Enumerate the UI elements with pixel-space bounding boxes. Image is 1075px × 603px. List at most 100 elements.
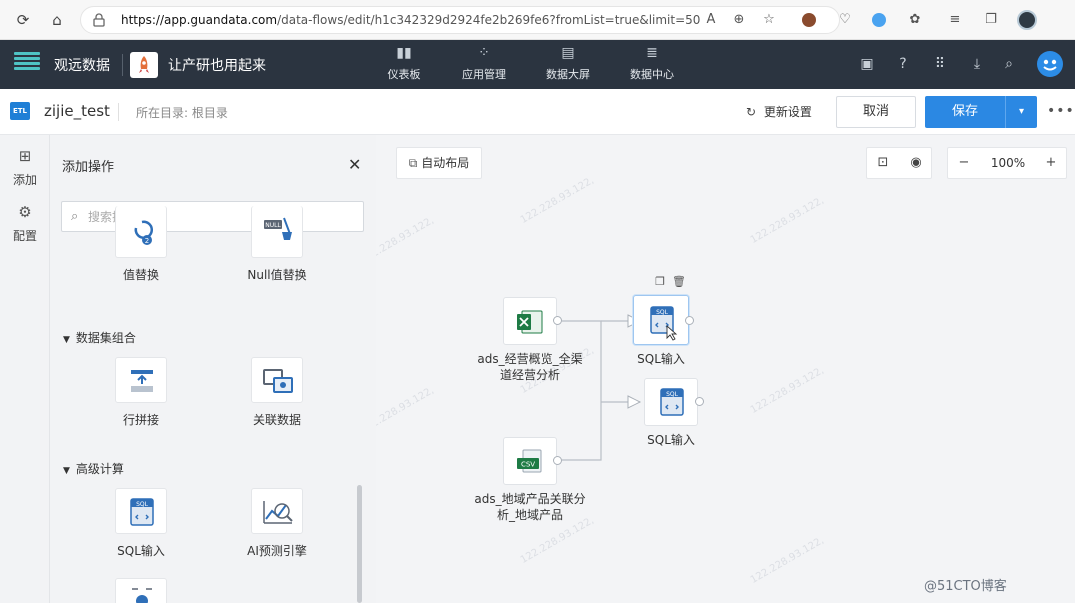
node-label: SQL输入 [647, 433, 695, 447]
zoom-icon[interactable]: ⊕ [730, 11, 748, 29]
op-ai-forecast[interactable]: AI预测引擎 [242, 488, 312, 559]
nav-data-center[interactable]: ≣ 数据中心 [612, 44, 692, 82]
database-icon: ≣ [646, 45, 658, 61]
flow-canvas[interactable]: 122.228.93.122, 122.228.93.122, 122.228.… [376, 135, 1075, 603]
chevron-down-icon[interactable]: ▾ [1006, 96, 1037, 128]
slogan: 让产研也用起来 [168, 58, 266, 74]
node-label: ads_经营概览_全渠 道经营分析 [477, 352, 583, 382]
join-data-icon [251, 357, 303, 403]
download-icon[interactable]: ⤓ [968, 55, 986, 73]
nav-apps[interactable]: ⁘ 应用管理 [444, 44, 524, 82]
app-header: 观远数据 让产研也用起来 ▮▮ 仪表板 ⁘ 应用管理 ▤ 数据大屏 ≣ 数据中心… [0, 40, 1075, 89]
more-icon[interactable]: ••• [1047, 103, 1075, 119]
help-icon[interactable]: ? [894, 55, 912, 73]
copy-icon[interactable]: ❐ [653, 275, 667, 289]
output-port[interactable] [685, 316, 694, 325]
group-title[interactable]: ▼ 数据集组合 [63, 329, 136, 346]
add-icon: ⊞ [18, 147, 32, 165]
sql-node-2[interactable]: SQL SQL输入 [596, 378, 746, 448]
browser-toolbar: ⟳ ⌂ https://app.guandata.com/data-flows/… [0, 0, 1075, 40]
caret-down-icon: ▼ [63, 335, 70, 345]
node-label: ads_地域产品关联分 析_地域产品 [474, 492, 586, 522]
output-port[interactable] [553, 456, 562, 465]
op-sql-input[interactable]: SQL SQL输入 [106, 488, 176, 559]
delete-icon[interactable]: 🗑 [672, 275, 686, 289]
extension-icon[interactable] [872, 13, 886, 27]
flow-name[interactable]: zijie_test [44, 102, 110, 120]
op-join[interactable]: 关联数据 [242, 357, 312, 428]
bar-chart-icon: ▮▮ [396, 45, 412, 61]
null-replace-icon: NULL [251, 206, 303, 258]
refresh-settings-button[interactable]: ↻ 更新设置 [746, 103, 812, 120]
screen-share-icon[interactable]: ▣ [858, 55, 876, 73]
cancel-button[interactable]: 取消 [836, 96, 916, 128]
op-label: 行拼接 [122, 413, 159, 427]
nav-dashboards[interactable]: ▮▮ 仪表板 [364, 44, 444, 82]
svg-text:2: 2 [145, 237, 149, 245]
source-node-csv[interactable]: CSV ads_地域产品关联分 析_地域产品 [455, 437, 605, 523]
save-button-group: 保存 ▾ [925, 96, 1037, 128]
address-bar[interactable]: https://app.guandata.com/data-flows/edit… [80, 6, 840, 34]
search-icon: ⌕ [71, 209, 79, 224]
favorites-icon[interactable]: ≡ [946, 11, 964, 29]
brand-name[interactable]: 观远数据 [54, 55, 110, 75]
header-divider [122, 54, 123, 76]
rail-config[interactable]: ⚙ 配置 [0, 203, 50, 244]
apps-icon: ⁘ [478, 45, 490, 61]
rail-label: 配置 [12, 229, 37, 243]
op-value-replace[interactable]: 2 值替换 [106, 206, 176, 283]
left-rail: ⊞ 添加 ⚙ 配置 [0, 135, 50, 603]
user-avatar[interactable] [1037, 51, 1063, 77]
directory-label: 所在目录: 根目录 [136, 106, 228, 120]
source-node-excel[interactable]: ads_经营概览_全渠 道经营分析 [455, 297, 605, 383]
replace-icon: 2 [115, 206, 167, 258]
svg-text:CSV: CSV [521, 461, 535, 469]
op-union[interactable]: 行拼接 [106, 357, 176, 428]
profile-avatar[interactable] [1017, 10, 1037, 30]
output-port[interactable] [695, 397, 704, 406]
group-label: 数据集组合 [75, 331, 136, 345]
row-join-icon [115, 357, 167, 403]
nav-label: 仪表板 [387, 68, 421, 81]
sql-node-1[interactable]: SQL SQL输入 [586, 295, 736, 367]
logo-icon[interactable] [14, 52, 40, 76]
op-label: SQL输入 [117, 544, 165, 558]
op-label: 关联数据 [252, 413, 301, 427]
group-label: 高级计算 [75, 462, 124, 476]
output-port[interactable] [553, 316, 562, 325]
read-aloud-icon[interactable]: A [702, 11, 720, 29]
caret-down-icon: ▼ [63, 466, 70, 476]
pocket-icon[interactable]: ♡ [836, 11, 854, 29]
nav-screens[interactable]: ▤ 数据大屏 [528, 44, 608, 82]
svg-text:NULL: NULL [265, 222, 281, 229]
etl-badge: ETL [10, 102, 30, 120]
node-label: SQL输入 [637, 352, 685, 366]
rocket-icon [130, 52, 158, 78]
nav-label: 数据中心 [630, 68, 674, 81]
op-null-replace[interactable]: NULL Null值替换 [242, 206, 312, 283]
url-text: https://app.guandata.com/data-flows/edit… [121, 13, 701, 27]
nav-label: 数据大屏 [546, 68, 590, 81]
favorite-add-icon[interactable]: ☆ [760, 11, 778, 29]
op-label: AI预测引擎 [247, 544, 307, 558]
svg-text:SQL: SQL [136, 501, 149, 508]
group-title[interactable]: ▼ 高级计算 [63, 460, 124, 477]
grid-icon[interactable]: ⠿ [931, 55, 949, 73]
rail-add[interactable]: ⊞ 添加 [0, 147, 50, 188]
op-label: 值替换 [122, 268, 159, 282]
close-icon[interactable]: ✕ [348, 155, 361, 174]
collections-icon[interactable]: ❐ [982, 11, 1000, 29]
op-label: Null值替换 [247, 268, 307, 282]
op-partial[interactable] [106, 578, 176, 603]
rail-label: 添加 [12, 173, 37, 187]
panel-scrollbar[interactable] [357, 485, 362, 603]
refresh-label: 更新设置 [763, 105, 812, 119]
extensions-icon[interactable]: ✿ [906, 11, 924, 29]
save-button[interactable]: 保存 [925, 96, 1005, 128]
search-icon[interactable]: ⌕ [1000, 55, 1018, 73]
reload-icon[interactable]: ⟳ [14, 11, 32, 29]
home-icon[interactable]: ⌂ [48, 11, 66, 29]
extension-icon[interactable] [802, 13, 816, 27]
svg-text:SQL: SQL [666, 391, 679, 398]
sql-icon: SQL [644, 378, 698, 426]
